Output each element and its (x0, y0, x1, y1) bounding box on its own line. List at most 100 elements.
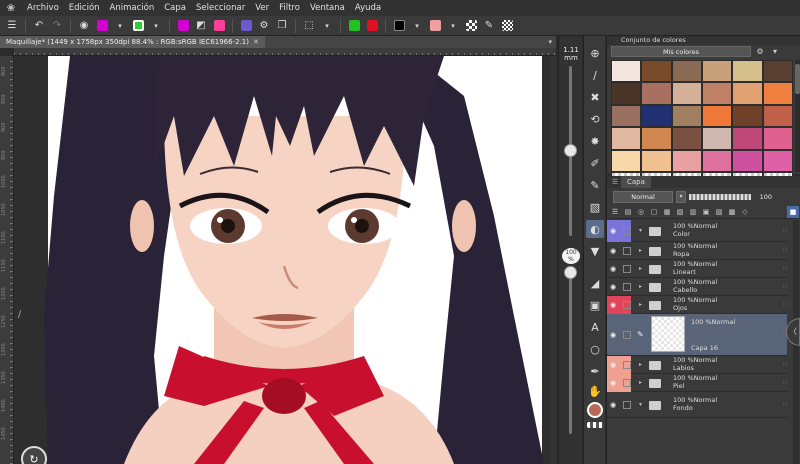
visibility-eye-icon[interactable]: ◉ (607, 314, 619, 356)
layer-row[interactable]: ◉ ▸ 100 %Normal Labios ∷ (607, 356, 787, 374)
fill-icon[interactable]: ▼ (586, 242, 604, 260)
visibility-eye-icon[interactable]: ◉ (607, 260, 619, 278)
color-swatch[interactable] (762, 127, 793, 150)
eraser-icon[interactable]: ▧ (586, 198, 604, 216)
layer-opacity-slider[interactable] (689, 194, 751, 200)
opacity-slider[interactable] (564, 266, 577, 279)
invert-selection-icon[interactable]: ◩ (193, 18, 209, 34)
layer-lock-icon[interactable] (623, 227, 631, 235)
canvas-vertical-scrollbar[interactable] (550, 56, 556, 464)
layer-row[interactable]: ◉ ▸ 100 %Normal Ojos ∷ (607, 296, 787, 314)
drag-handle-icon[interactable]: ∷ (783, 283, 787, 290)
palette-color-icon[interactable]: ▣ (700, 206, 712, 218)
color-swatch[interactable] (702, 127, 733, 150)
layer-lock-icon[interactable] (623, 283, 631, 291)
blend-tool-icon[interactable]: ◐ (586, 220, 604, 238)
balloon-icon[interactable]: ○ (586, 340, 604, 358)
color-swatch[interactable] (611, 82, 642, 105)
menu-animacion[interactable]: Animación (105, 3, 160, 13)
color-set-menu-icon[interactable]: ▾ (769, 46, 781, 57)
drag-handle-icon[interactable]: ∷ (783, 247, 787, 254)
color-swatch[interactable] (702, 82, 733, 105)
chevron-down-icon[interactable]: ▾ (639, 401, 642, 408)
layer-row[interactable]: ◉ ▸ 100 %Normal Piel ∷ (607, 374, 787, 392)
menu-capa[interactable]: Capa (159, 3, 191, 13)
menu-seleccionar[interactable]: Seleccionar (191, 3, 250, 13)
color-swatch[interactable] (702, 60, 733, 83)
color-swatch[interactable] (762, 82, 793, 105)
color-swatch[interactable] (762, 104, 793, 128)
panel-close-icon[interactable]: ☰ (609, 178, 621, 186)
chevron-down-icon[interactable]: ▾ (676, 191, 686, 203)
color-swatch[interactable] (641, 149, 672, 172)
color-swatch[interactable] (732, 82, 763, 105)
view-icon[interactable]: ◉ (76, 18, 92, 34)
ruler-icon[interactable]: ▥ (687, 206, 699, 218)
figure-icon[interactable]: ▣ (586, 296, 604, 314)
transform-icon[interactable]: ⬚ (301, 18, 317, 34)
visibility-eye-icon[interactable]: ◉ (607, 374, 619, 392)
color-swatch[interactable] (611, 127, 642, 150)
undo-icon[interactable]: ↶ (31, 18, 47, 34)
color-swatch[interactable] (641, 127, 672, 150)
redo-icon[interactable]: ↷ (49, 18, 65, 34)
pink-tool-icon[interactable] (211, 18, 227, 34)
layer-menu-icon[interactable]: ☰ (609, 206, 621, 218)
operation-icon[interactable]: ✖ (586, 88, 604, 106)
visibility-eye-icon[interactable]: ◉ (607, 356, 619, 374)
layer-lock-icon[interactable] (623, 379, 631, 387)
drag-handle-icon[interactable]: ∷ (783, 301, 787, 308)
menu-edicion[interactable]: Edición (64, 3, 105, 13)
black-color-swatch[interactable] (391, 18, 407, 34)
main-color-swatch[interactable] (587, 402, 603, 418)
tab-capa[interactable]: Capa (621, 176, 651, 188)
drag-handle-icon[interactable]: ∷ (783, 265, 787, 272)
color-swatch[interactable] (671, 104, 702, 128)
lasso-icon[interactable]: ⟲ (586, 110, 604, 128)
selection-launcher-icon[interactable] (175, 18, 191, 34)
color-swatch[interactable] (732, 149, 763, 172)
color-swatch[interactable] (702, 149, 733, 172)
drag-handle-icon[interactable]: ∷ (783, 361, 787, 368)
eyedropper-icon[interactable]: ✎ (481, 18, 497, 34)
layer-row[interactable]: ◉ ▸ 100 %Normal Lineart ∷ (607, 260, 787, 278)
menu-ver[interactable]: Ver (250, 3, 274, 13)
move-icon[interactable]: ∕ (586, 66, 604, 84)
menu-archivo[interactable]: Archivo (22, 3, 64, 13)
layer-settings-icon[interactable]: ⚙ (256, 18, 272, 34)
menu-filtro[interactable]: Filtro (274, 3, 305, 13)
drag-handle-icon[interactable]: ∷ (783, 379, 787, 386)
color-swatch[interactable] (611, 104, 642, 128)
dropdown-arrow-icon[interactable]: ▾ (112, 18, 128, 34)
pink-color-swatch[interactable] (427, 18, 443, 34)
color-swatch[interactable] (641, 82, 672, 105)
visibility-eye-icon[interactable]: ◉ (607, 392, 619, 418)
layer-lock-icon[interactable] (623, 401, 631, 409)
color-swatch[interactable] (732, 60, 763, 83)
layer-color-icon[interactable]: ▧ (713, 206, 725, 218)
layer-row[interactable]: ◉ ✎ 100 %Normal Capa 16 ∷ (607, 314, 787, 356)
color-swatch[interactable] (611, 60, 642, 83)
pen-icon[interactable]: ✎ (586, 176, 604, 194)
layer-row[interactable]: ◉ ▸ 100 %Normal Cabello ∷ (607, 278, 787, 296)
hand-icon[interactable]: ✋ (586, 382, 604, 400)
chevron-right-icon[interactable]: ▸ (639, 301, 642, 308)
layer-color-swatch-icon[interactable]: ■ (787, 205, 799, 218)
brush-size-slider[interactable] (564, 144, 577, 157)
checker-icon[interactable] (499, 18, 515, 34)
scroll-thumb[interactable] (795, 64, 800, 94)
lock-icon[interactable]: ▢ (648, 206, 660, 218)
visibility-eye-icon[interactable]: ◉ (607, 242, 619, 260)
reference-layer-icon[interactable]: ◎ (635, 206, 647, 218)
color-swatch[interactable] (702, 104, 733, 128)
copy-icon[interactable]: ❐ (274, 18, 290, 34)
red-fill-icon[interactable] (364, 18, 380, 34)
zoom-icon[interactable]: ⊕ (586, 44, 604, 62)
layer-row[interactable]: ◉ ▸ 100 %Normal Ropa ∷ (607, 242, 787, 260)
green-fill-icon[interactable] (346, 18, 362, 34)
canvas-tab[interactable]: Maquillaje* (1449 x 1758px 350dpi 88.4% … (0, 36, 265, 48)
dropdown-arrow-icon[interactable]: ▾ (445, 18, 461, 34)
tab-menu-icon[interactable]: ▾ (548, 38, 552, 46)
color-set-settings-icon[interactable]: ⚙ (754, 46, 766, 57)
color-swatch[interactable] (762, 60, 793, 83)
